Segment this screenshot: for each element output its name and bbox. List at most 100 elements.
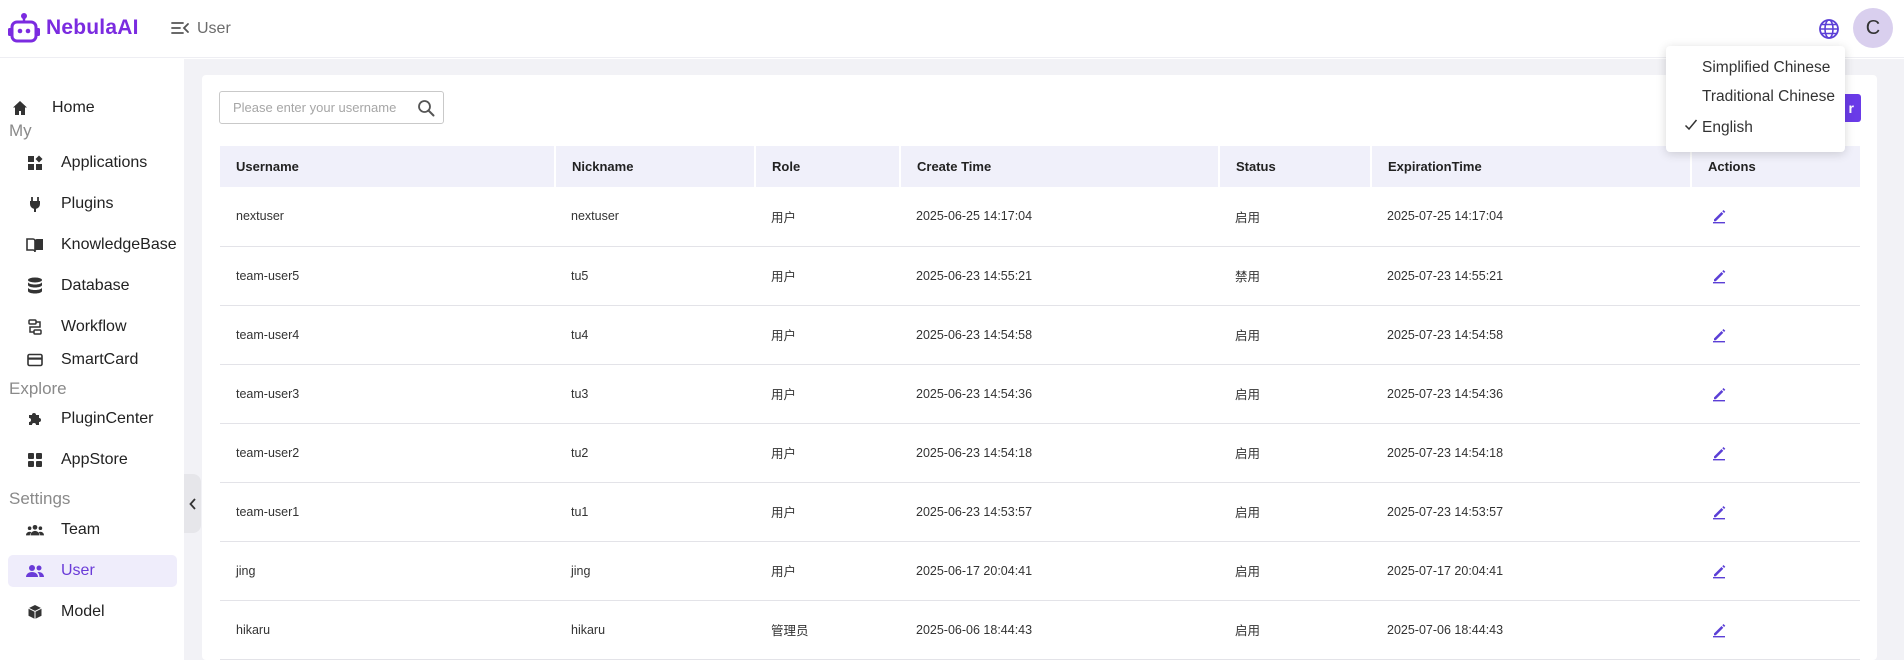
actions-cell bbox=[1691, 364, 1860, 424]
cube-icon bbox=[26, 603, 44, 621]
expiration-time-cell: 2025-07-25 14:17:04 bbox=[1371, 187, 1691, 247]
table-row: jing jing 用户 2025-06-17 20:04:41 启用 2025-07-1… bbox=[220, 541, 1860, 601]
card-icon bbox=[26, 351, 44, 369]
create-time-cell: 2025-06-23 14:55:21 bbox=[900, 246, 1219, 306]
sidebar-item-label: Team bbox=[61, 521, 101, 538]
sidebar-item-plugins[interactable]: Plugins bbox=[8, 188, 177, 220]
grid-icon bbox=[26, 451, 44, 469]
language-option-english[interactable]: English bbox=[1702, 119, 1753, 137]
column-header-nickname[interactable]: Nickname bbox=[555, 146, 756, 187]
status-cell: 启用 bbox=[1219, 541, 1371, 601]
username-cell: team-user4 bbox=[220, 305, 555, 365]
nickname-cell: tu1 bbox=[555, 482, 755, 542]
logo-text: NebulaAI bbox=[46, 16, 139, 39]
role-cell: 用户 bbox=[755, 482, 900, 542]
sidebar-item-applications[interactable]: Applications bbox=[8, 147, 177, 179]
column-header-status[interactable]: Status bbox=[1219, 146, 1372, 187]
username-cell: nextuser bbox=[220, 187, 555, 247]
role-cell: 用户 bbox=[755, 187, 900, 247]
edit-icon[interactable] bbox=[1711, 563, 1727, 579]
menu-collapse-icon[interactable] bbox=[170, 19, 190, 39]
sidebar-item-user[interactable]: User bbox=[8, 555, 177, 587]
sidebar-collapse-handle[interactable] bbox=[184, 474, 201, 533]
create-time-cell: 2025-06-23 14:54:18 bbox=[900, 423, 1219, 483]
sidebar-item-model[interactable]: Model bbox=[8, 596, 177, 628]
sidebar-item-home[interactable]: Home bbox=[8, 92, 177, 124]
sidebar-item-knowledgebase[interactable]: KnowledgeBase bbox=[8, 229, 177, 261]
table-row: team-user2 tu2 用户 2025-06-23 14:54:18 启用 2025… bbox=[220, 423, 1860, 483]
column-header-role[interactable]: Role bbox=[755, 146, 901, 187]
logo[interactable]: NebulaAI bbox=[7, 12, 139, 44]
nickname-cell: tu3 bbox=[555, 364, 755, 424]
globe-icon[interactable] bbox=[1818, 18, 1840, 40]
edit-icon[interactable] bbox=[1711, 268, 1727, 284]
database-icon bbox=[26, 277, 44, 295]
sidebar: Home My Applications Plugins KnowledgeBa… bbox=[0, 59, 184, 660]
section-explore: Explore bbox=[9, 379, 67, 398]
column-header-expiration-time[interactable]: ExpirationTime bbox=[1371, 146, 1692, 187]
sidebar-item-label: Database bbox=[61, 277, 130, 294]
sidebar-item-label: Model bbox=[61, 603, 105, 620]
status-cell: 启用 bbox=[1219, 187, 1371, 247]
status-cell: 启用 bbox=[1219, 600, 1371, 660]
book-icon bbox=[26, 236, 44, 254]
table-row: team-user5 tu5 用户 2025-06-23 14:55:21 禁用 2025… bbox=[220, 246, 1860, 306]
edit-icon[interactable] bbox=[1711, 622, 1727, 638]
create-time-cell: 2025-06-23 14:54:58 bbox=[900, 305, 1219, 365]
edit-icon[interactable] bbox=[1711, 208, 1727, 224]
table-header-row: Username Nickname Role Create Time Statu… bbox=[220, 146, 1860, 187]
actions-cell bbox=[1691, 246, 1860, 306]
role-cell: 用户 bbox=[755, 423, 900, 483]
robot-logo-icon bbox=[8, 13, 40, 43]
role-cell: 用户 bbox=[755, 305, 900, 365]
sidebar-item-plugincenter[interactable]: PluginCenter bbox=[8, 403, 177, 435]
username-cell: team-user5 bbox=[220, 246, 555, 306]
edit-icon[interactable] bbox=[1711, 386, 1727, 402]
sidebar-item-team[interactable]: Team bbox=[8, 514, 177, 546]
check-icon bbox=[1684, 119, 1698, 131]
section-my: My bbox=[9, 121, 32, 140]
sidebar-item-label: Workflow bbox=[61, 318, 127, 335]
expiration-time-cell: 2025-07-23 14:54:58 bbox=[1371, 305, 1691, 365]
expiration-time-cell: 2025-07-06 18:44:43 bbox=[1371, 600, 1691, 660]
table-row: team-user1 tu1 用户 2025-06-23 14:53:57 启用 2025… bbox=[220, 482, 1860, 542]
search-input[interactable] bbox=[233, 100, 403, 115]
role-cell: 用户 bbox=[755, 541, 900, 601]
column-header-username[interactable]: Username bbox=[220, 146, 556, 187]
expiration-time-cell: 2025-07-23 14:55:21 bbox=[1371, 246, 1691, 306]
language-menu: Simplified Chinese Traditional Chinese E… bbox=[1666, 46, 1845, 152]
username-cell: jing bbox=[220, 541, 555, 601]
puzzle-icon bbox=[26, 410, 44, 428]
sidebar-item-appstore[interactable]: AppStore bbox=[8, 444, 177, 476]
role-cell: 用户 bbox=[755, 364, 900, 424]
sidebar-item-smartcard[interactable]: SmartCard bbox=[8, 344, 177, 376]
search-box bbox=[219, 91, 444, 124]
status-cell: 启用 bbox=[1219, 305, 1371, 365]
expiration-time-cell: 2025-07-17 20:04:41 bbox=[1371, 541, 1691, 601]
users-icon bbox=[26, 562, 44, 580]
avatar[interactable]: C bbox=[1853, 8, 1893, 48]
language-option-simplified-chinese[interactable]: Simplified Chinese bbox=[1702, 59, 1830, 77]
edit-icon[interactable] bbox=[1711, 504, 1727, 520]
table-row: team-user4 tu4 用户 2025-06-23 14:54:58 启用 2025… bbox=[220, 305, 1860, 365]
sidebar-item-label: Home bbox=[52, 99, 95, 116]
column-header-create-time[interactable]: Create Time bbox=[900, 146, 1220, 187]
edit-icon[interactable] bbox=[1711, 445, 1727, 461]
team-icon bbox=[26, 521, 44, 539]
sidebar-item-label: Applications bbox=[61, 154, 148, 171]
sidebar-item-workflow[interactable]: Workflow bbox=[8, 311, 177, 343]
section-settings: Settings bbox=[9, 489, 71, 508]
user-table: Username Nickname Role Create Time Statu… bbox=[220, 146, 1860, 660]
column-header-actions: Actions bbox=[1691, 146, 1860, 187]
language-option-traditional-chinese[interactable]: Traditional Chinese bbox=[1702, 88, 1835, 106]
username-cell: team-user3 bbox=[220, 364, 555, 424]
sidebar-item-database[interactable]: Database bbox=[8, 270, 177, 302]
expiration-time-cell: 2025-07-23 14:53:57 bbox=[1371, 482, 1691, 542]
top-header: NebulaAI User C bbox=[0, 0, 1904, 58]
nickname-cell: tu2 bbox=[555, 423, 755, 483]
widgets-icon bbox=[26, 154, 44, 172]
actions-cell bbox=[1691, 305, 1860, 365]
search-icon[interactable] bbox=[417, 99, 435, 117]
table-row: nextuser nextuser 用户 2025-06-25 14:17:04 启用 2… bbox=[220, 187, 1860, 247]
edit-icon[interactable] bbox=[1711, 327, 1727, 343]
